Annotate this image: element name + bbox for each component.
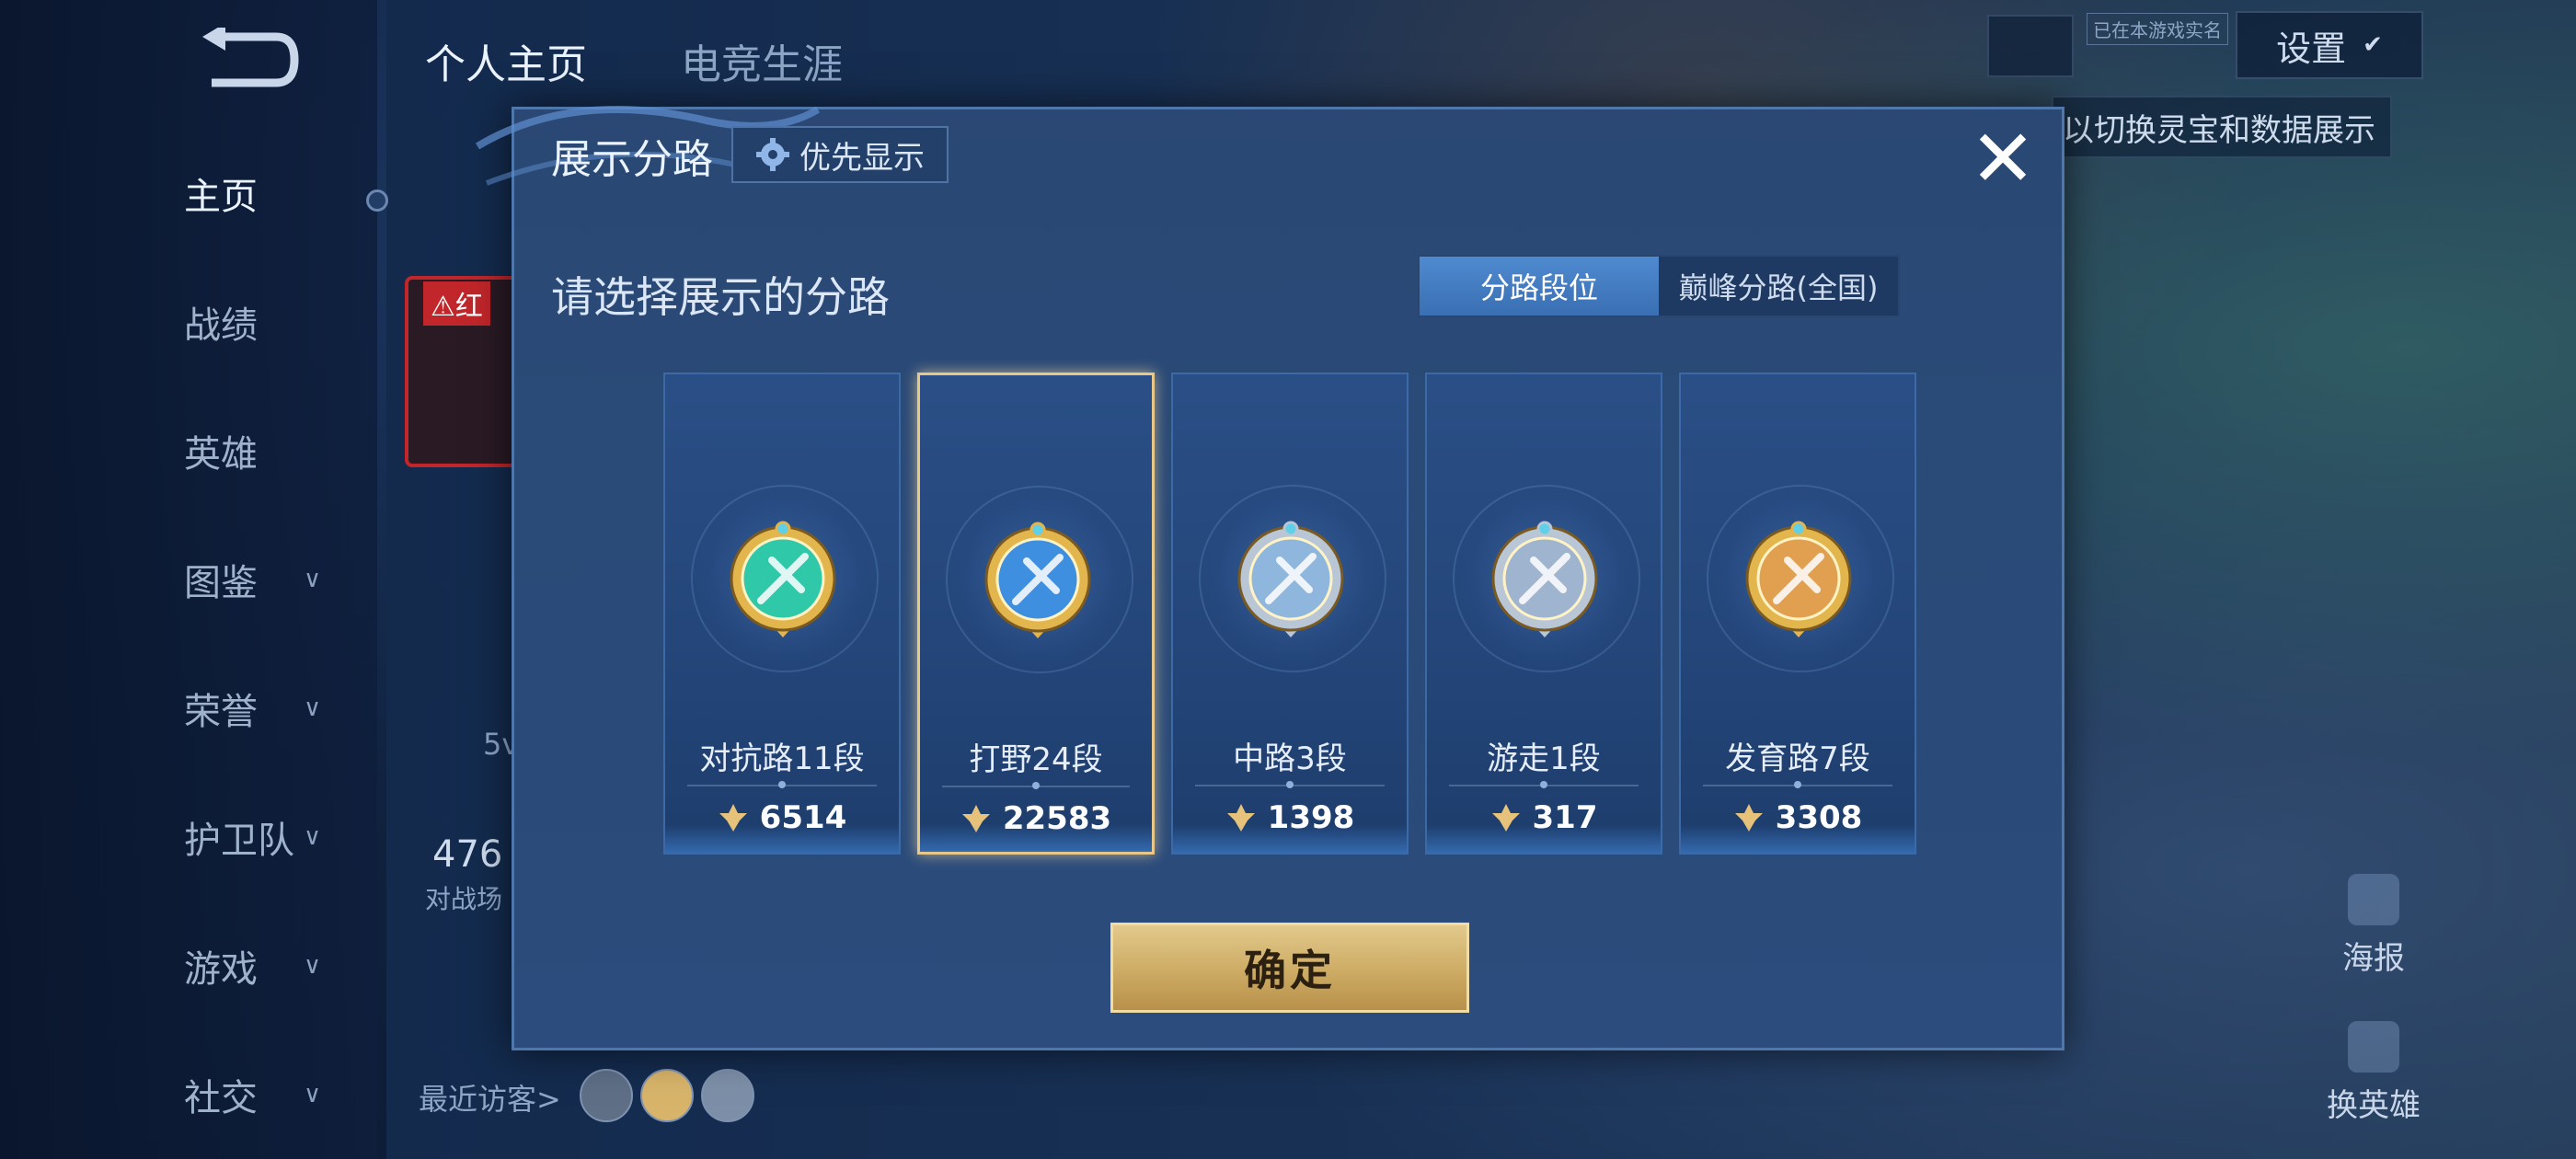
back-arrow-icon[interactable]	[193, 28, 304, 92]
sidebar-item-label: 图鉴	[184, 562, 258, 604]
segment-toggle: 分路段位 巅峰分路(全国)	[1418, 255, 1900, 317]
realname-badge: 已在本游戏实名	[2087, 13, 2228, 45]
lane-card[interactable]: 打野24段 22583	[917, 373, 1155, 855]
segment-peak-lane[interactable]: 巅峰分路(全国)	[1659, 257, 1898, 316]
jungle-emblem-icon	[984, 522, 1091, 638]
lane-card[interactable]: 对抗路11段 6514	[663, 373, 901, 855]
confirm-button[interactable]: 确定	[1110, 923, 1469, 1013]
sidebar-item[interactable]: 图鉴 ∨	[184, 552, 340, 607]
chevron-down-icon: ✔	[2363, 31, 2383, 59]
lane-rank-label: 对抗路11段	[699, 740, 865, 777]
dialog-subtitle: 请选择展示的分路	[551, 272, 890, 322]
lane-display-dialog: 展示分路 优先显示 ✕ 请选择展示的分路 分路段位 巅峰分路(全国) 对抗路11…	[475, 106, 2064, 1050]
sidebar-item[interactable]: 荣誉 ∨	[184, 681, 340, 736]
lane-rank-label: 游走1段	[1487, 740, 1601, 777]
sidebar-item-label: 英雄	[184, 433, 258, 476]
swap-hero-label: 换英雄	[2327, 1087, 2421, 1124]
hint-text: 以切换灵宝和数据展示	[2052, 96, 2392, 158]
mid-lane-emblem-icon	[1237, 521, 1344, 637]
lane-rank-label: 中路3段	[1233, 740, 1347, 777]
swap-hero-icon	[2348, 1021, 2399, 1073]
avatar[interactable]	[580, 1069, 633, 1122]
farm-lane-emblem-icon	[1745, 521, 1852, 637]
card-glow	[1173, 825, 1407, 853]
divider	[942, 782, 1130, 789]
divider	[687, 781, 877, 788]
roam-emblem-icon	[1491, 521, 1598, 637]
card-glow	[920, 824, 1152, 852]
divider	[1703, 781, 1892, 788]
lane-rank-label: 打野24段	[969, 741, 1103, 778]
avatar[interactable]	[701, 1069, 754, 1122]
clash-lane-emblem-icon	[730, 521, 836, 637]
divider	[1449, 781, 1639, 788]
poster-label: 海报	[2342, 940, 2405, 977]
warning-badge: ⚠红	[423, 281, 490, 326]
sidebar: 主页战绩英雄图鉴 ∨ 荣誉 ∨ 护卫队 ∨ 游戏 ∨ 社交 ∨	[0, 0, 388, 1159]
lane-card[interactable]: 中路3段 1398	[1171, 373, 1409, 855]
lane-card[interactable]: 发育路7段 3308	[1679, 373, 1916, 855]
chevron-down-icon: ∨	[304, 1081, 322, 1108]
lane-card[interactable]: 游走1段 317	[1425, 373, 1662, 855]
sidebar-item-label: 护卫队	[184, 820, 294, 862]
settings-label: 设置	[2276, 28, 2347, 69]
sidebar-item-label: 社交	[184, 1077, 258, 1119]
sidebar-item[interactable]: 英雄	[184, 423, 340, 478]
sidebar-item[interactable]: 战绩	[184, 294, 340, 350]
chevron-down-icon: ∨	[304, 694, 322, 722]
card-glow	[1681, 825, 1915, 853]
divider	[1195, 781, 1385, 788]
notification-icon[interactable]	[1987, 15, 2074, 77]
recent-visitors-link[interactable]: 最近访客>	[419, 1076, 561, 1119]
chevron-down-icon: ∨	[304, 566, 322, 593]
sidebar-item-label: 荣誉	[184, 691, 258, 733]
priority-label: 优先显示	[799, 139, 925, 177]
match-count: 476	[432, 833, 503, 876]
poster-icon	[2348, 874, 2399, 925]
sidebar-item-label: 主页	[184, 176, 258, 218]
sidebar-item[interactable]: 游戏 ∨	[184, 938, 340, 993]
sidebar-item-label: 游戏	[184, 948, 258, 991]
priority-display-button[interactable]: 优先显示	[731, 126, 949, 183]
sidebar-item[interactable]: 主页	[184, 166, 340, 221]
match-count-label: 对战场	[425, 884, 503, 914]
close-icon[interactable]: ✕	[1966, 120, 2040, 199]
sidebar-item-label: 战绩	[184, 304, 258, 347]
card-glow	[1427, 825, 1661, 853]
gear-icon	[756, 138, 789, 171]
poster-button[interactable]: 海报	[2309, 874, 2438, 978]
swap-hero-button[interactable]: 换英雄	[2309, 1021, 2438, 1125]
segment-lane-rank[interactable]: 分路段位	[1420, 257, 1659, 316]
sidebar-item[interactable]: 护卫队 ∨	[184, 809, 340, 865]
settings-button[interactable]: 设置 ✔	[2236, 11, 2423, 79]
card-glow	[665, 825, 899, 853]
chevron-down-icon: ∨	[304, 823, 322, 851]
avatar[interactable]	[640, 1069, 694, 1122]
chevron-down-icon: ∨	[304, 952, 322, 980]
lane-rank-label: 发育路7段	[1725, 740, 1870, 777]
dialog-title: 展示分路	[551, 136, 713, 183]
active-indicator	[366, 189, 388, 212]
sidebar-item[interactable]: 社交 ∨	[184, 1067, 340, 1122]
